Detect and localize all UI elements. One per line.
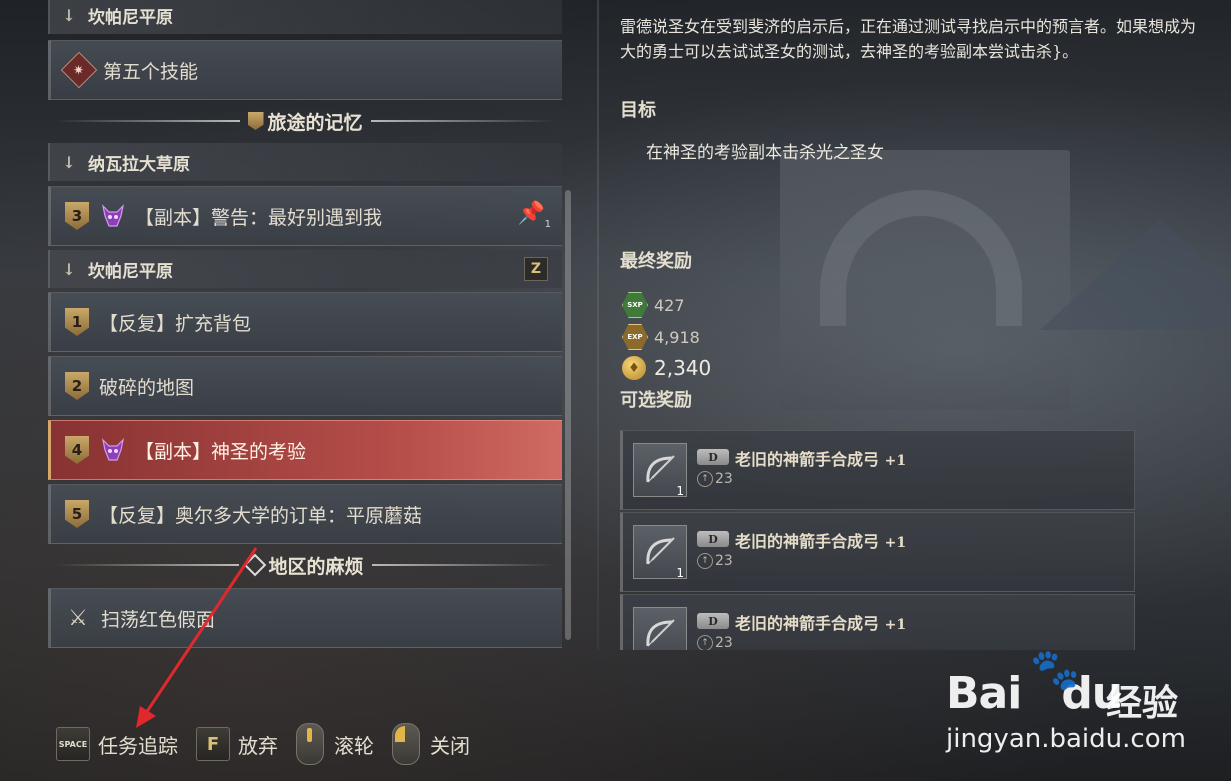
- quest-item[interactable]: 5 【反复】奥尔多大学的订单：平原蘑菇: [48, 484, 562, 544]
- quest-label: 【副本】警告：最好别遇到我: [135, 206, 383, 229]
- quest-label: 第五个技能: [103, 60, 199, 83]
- quest-label: 扫荡红色假面: [101, 608, 216, 631]
- gold-reward: ♦ 2,340: [622, 356, 711, 380]
- section-title-text: 地区的麻烦: [268, 555, 364, 578]
- mouse-left-button-icon: [392, 723, 420, 765]
- quest-list-scrollbar[interactable]: [565, 190, 571, 640]
- grade-badge: D: [697, 531, 729, 547]
- watermark-cn: 经验: [1106, 683, 1179, 724]
- pin-count: 1: [544, 219, 551, 230]
- section-title: 地区的麻烦: [48, 550, 562, 580]
- level-shield-icon: 1: [65, 308, 89, 336]
- hotkey-z: Z: [524, 257, 548, 281]
- dungeon-demon-icon: [99, 202, 127, 230]
- f-key: F: [196, 727, 230, 761]
- quest-label: 【反复】奥尔多大学的订单：平原蘑菇: [99, 504, 423, 527]
- exp-value: 4,918: [654, 327, 700, 347]
- exp-reward: EXP 4,918: [622, 324, 700, 350]
- objective-heading: 目标: [620, 100, 656, 121]
- crossed-swords-icon: ⚔: [68, 605, 88, 631]
- space-key: SPACE: [56, 727, 90, 761]
- section-title-text: 旅途的记忆: [267, 111, 363, 134]
- collapse-arrow-icon: ↓: [62, 152, 76, 172]
- dungeon-demon-icon: [99, 436, 127, 464]
- mouse-wheel-icon: [296, 723, 324, 765]
- sxp-value: 427: [654, 295, 685, 315]
- level-requirement-icon: ↑: [697, 471, 713, 487]
- item-quantity: 1: [676, 648, 684, 650]
- reward-item[interactable]: 1 D 老旧的神箭手合成弓 +1 ↑23: [620, 430, 1135, 510]
- scroll-hint[interactable]: 滚轮: [296, 723, 374, 765]
- item-name: 老旧的神箭手合成弓 +1: [735, 450, 907, 469]
- panel-divider: [597, 0, 599, 650]
- item-requirement: ↑ 23: [697, 471, 733, 487]
- quest-detail-panel: 雷德说圣女在受到斐济的启示后，正在通过测试寻找启示中的预言者。如果想成为 大的勇…: [620, 0, 1231, 650]
- bow-icon: 1: [633, 525, 687, 580]
- region-name: 纳瓦拉大草原: [88, 154, 190, 175]
- region-name: 坎帕尼平原: [88, 7, 173, 28]
- baidu-watermark: Bai du 🐾 经验 jingyan.baidu.com: [946, 647, 1226, 758]
- quest-item[interactable]: ✷ 第五个技能: [48, 40, 562, 100]
- paw-icon: 🐾: [1030, 647, 1080, 693]
- final-reward-heading: 最终奖励: [620, 251, 692, 272]
- close-label: 关闭: [430, 733, 470, 758]
- item-requirement: ↑ 23: [697, 553, 733, 569]
- region-header[interactable]: ↓ 坎帕尼平原: [48, 0, 562, 34]
- gold-coin-icon: ♦: [622, 356, 646, 380]
- grade-badge: D: [697, 449, 729, 465]
- track-label: 任务追踪: [98, 733, 178, 758]
- level-shield-icon: 4: [65, 436, 89, 464]
- control-hints-bar: SPACE 任务追踪 F 放弃 滚轮 关闭: [56, 722, 488, 766]
- quest-item[interactable]: 2 破碎的地图: [48, 356, 562, 416]
- pin-icon[interactable]: 📌 1: [518, 201, 551, 230]
- sxp-reward: SXP 427: [622, 292, 685, 318]
- bow-icon: 1: [633, 607, 687, 650]
- region-header[interactable]: ↓ 坎帕尼平原 Z: [48, 250, 562, 288]
- region-header[interactable]: ↓ 纳瓦拉大草原: [48, 143, 562, 181]
- item-name: 老旧的神箭手合成弓 +1: [735, 614, 907, 633]
- skill-emblem-icon: ✷: [60, 51, 98, 89]
- quest-label: 【反复】扩充背包: [99, 312, 252, 335]
- item-quantity: 1: [676, 484, 684, 498]
- quest-description: 雷德说圣女在受到斐济的启示后，正在通过测试寻找启示中的预言者。如果想成为 大的勇…: [620, 17, 1197, 61]
- scroll-label: 滚轮: [334, 733, 374, 758]
- abandon-hint[interactable]: F 放弃: [196, 727, 278, 761]
- abandon-label: 放弃: [238, 733, 278, 758]
- section-title: 旅途的记忆: [48, 106, 562, 136]
- objective-text: 在神圣的考验副本击杀光之圣女: [646, 143, 884, 163]
- item-quantity: 1: [676, 566, 684, 580]
- item-requirement: ↑ 23: [697, 635, 733, 650]
- level-shield-icon: 2: [65, 372, 89, 400]
- track-quest-hint[interactable]: SPACE 任务追踪: [56, 727, 178, 761]
- level-requirement-icon: ↑: [697, 553, 713, 569]
- diamond-icon: [243, 553, 266, 577]
- memory-shield-icon: [247, 112, 264, 130]
- quest-item[interactable]: 1 【反复】扩充背包: [48, 292, 562, 352]
- bow-icon: 1: [633, 443, 687, 498]
- collapse-arrow-icon: ↓: [62, 259, 76, 279]
- quest-item[interactable]: 3 【副本】警告：最好别遇到我 📌 1: [48, 186, 562, 246]
- region-name: 坎帕尼平原: [88, 261, 173, 282]
- optional-reward-heading: 可选奖励: [620, 390, 692, 411]
- quest-label: 【副本】神圣的考验: [135, 440, 307, 463]
- exp-icon: EXP: [622, 324, 648, 350]
- item-name: 老旧的神箭手合成弓 +1: [735, 532, 907, 551]
- gold-value: 2,340: [654, 356, 712, 380]
- close-hint[interactable]: 关闭: [392, 723, 470, 765]
- grade-badge: D: [697, 613, 729, 629]
- level-shield-icon: 5: [65, 500, 89, 528]
- quest-label: 破碎的地图: [99, 376, 195, 399]
- quest-list: ↓ 坎帕尼平原 ✷ 第五个技能 旅途的记忆 ↓ 纳瓦拉大草原 3 【副本】警告：…: [48, 0, 562, 650]
- quest-item-selected[interactable]: 4 【副本】神圣的考验: [48, 420, 562, 480]
- level-requirement-icon: ↑: [697, 635, 713, 650]
- reward-item[interactable]: 1 D 老旧的神箭手合成弓 +1 ↑23: [620, 594, 1135, 650]
- collapse-arrow-icon: ↓: [62, 5, 76, 25]
- level-shield-icon: 3: [65, 202, 89, 230]
- quest-item[interactable]: ⚔ 扫荡红色假面: [48, 588, 562, 648]
- reward-item[interactable]: 1 D 老旧的神箭手合成弓 +1 ↑23: [620, 512, 1135, 592]
- sxp-icon: SXP: [622, 292, 648, 318]
- watermark-url: jingyan.baidu.com: [946, 724, 1186, 754]
